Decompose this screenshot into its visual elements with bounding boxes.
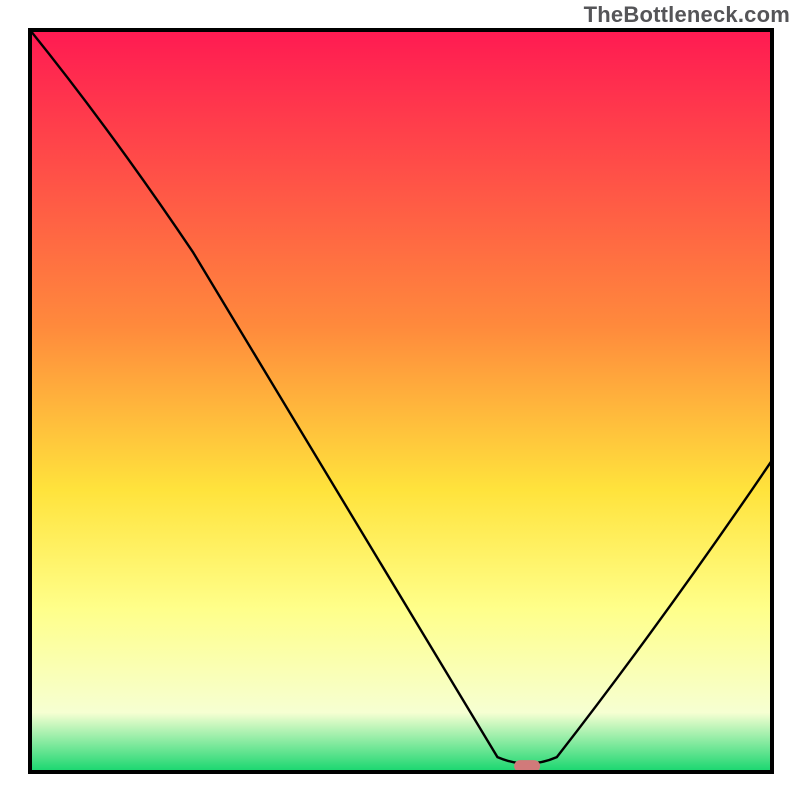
watermark-text: TheBottleneck.com bbox=[584, 2, 790, 28]
bottleneck-chart bbox=[0, 0, 800, 800]
plot-gradient-background bbox=[30, 30, 772, 772]
